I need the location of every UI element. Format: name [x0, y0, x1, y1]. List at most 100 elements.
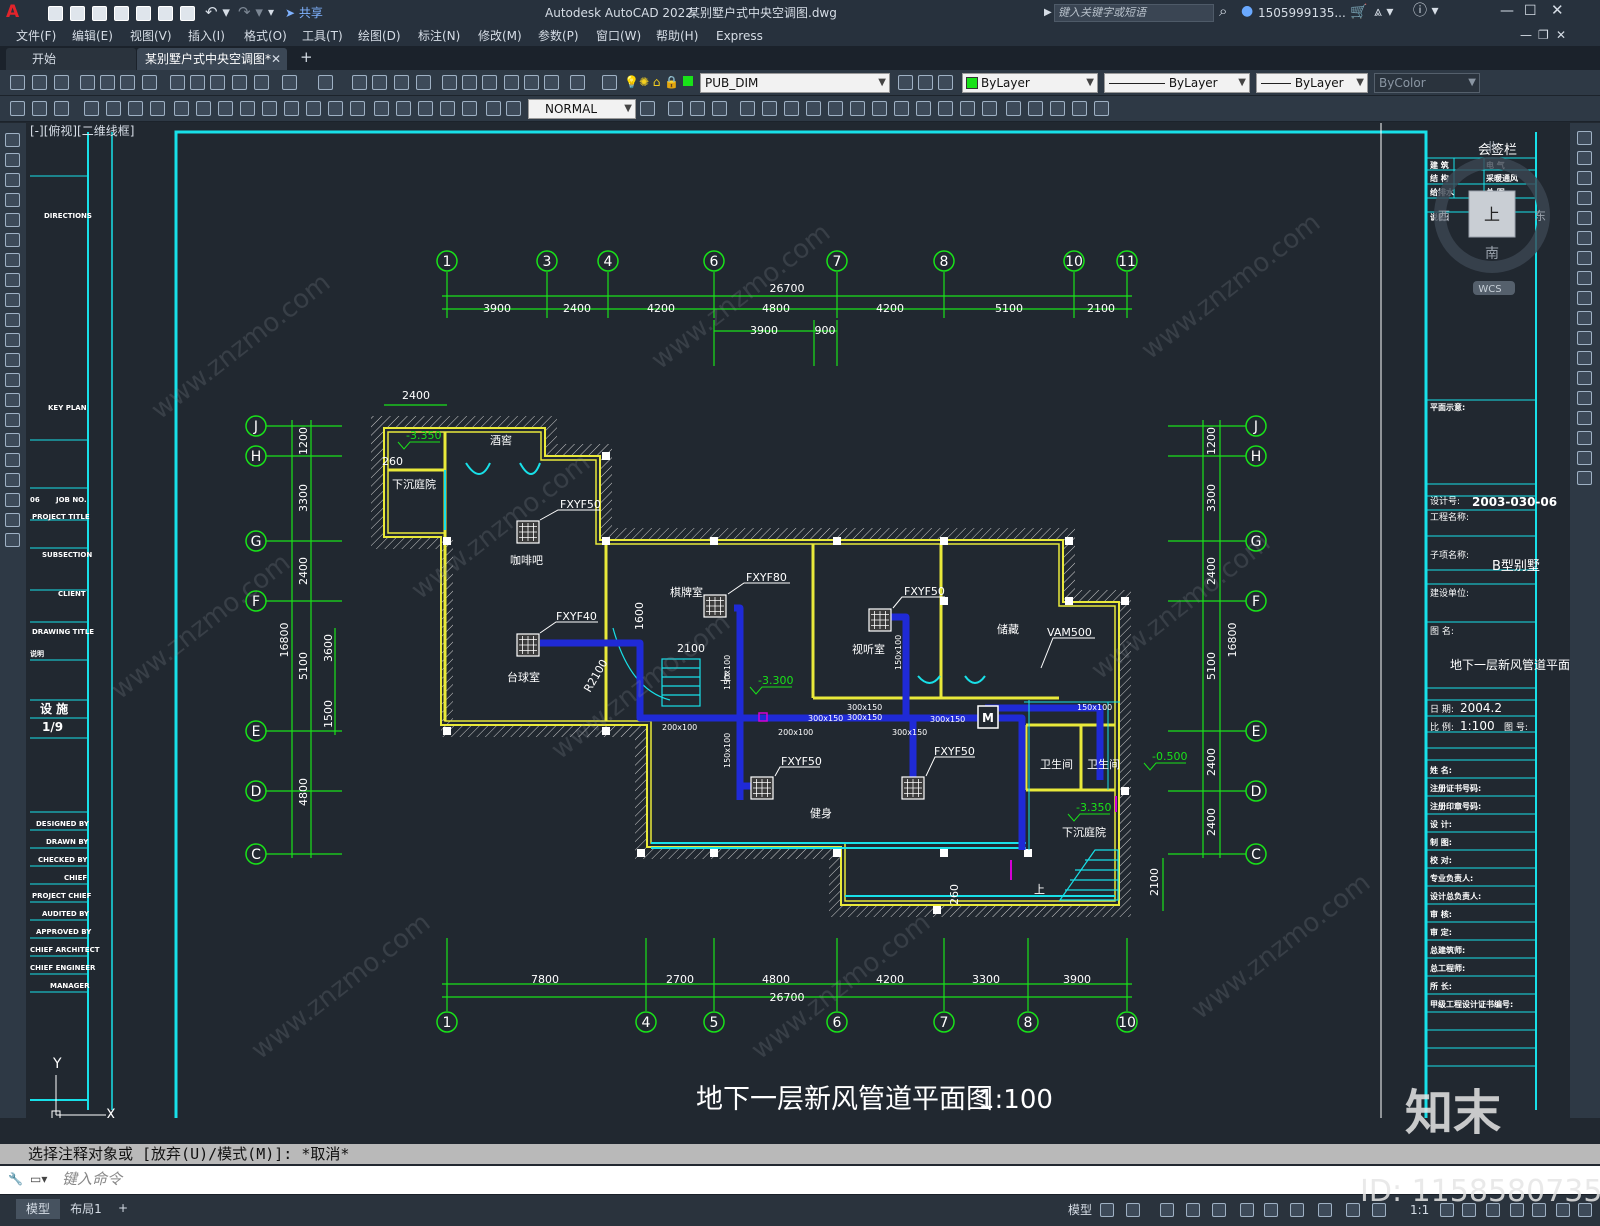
standard-tool-14-icon[interactable] — [352, 75, 367, 90]
draw-tool-27-icon[interactable] — [740, 101, 755, 116]
doc-minimize-icon[interactable]: — — [1520, 28, 1532, 42]
menu-format[interactable]: 格式(O) — [244, 29, 287, 43]
draw-tool-5-icon[interactable] — [128, 101, 143, 116]
draw-palette-20-icon[interactable] — [5, 533, 20, 547]
draw-tool-23-icon[interactable] — [640, 101, 655, 116]
layer-dropdown[interactable]: PUB_DIM ▼ — [700, 73, 890, 93]
tab-active-drawing[interactable]: 某别墅户式中央空调图* ✕ — [137, 48, 287, 70]
maximize-button[interactable]: ☐ — [1524, 4, 1537, 18]
standard-tool-21-icon[interactable] — [504, 75, 519, 90]
status-toggle-3-icon[interactable] — [1186, 1203, 1200, 1217]
user-name[interactable]: 1505999135... — [1258, 6, 1346, 20]
draw-palette-5-icon[interactable] — [5, 233, 20, 247]
save-icon[interactable] — [92, 6, 107, 21]
draw-tool-30-icon[interactable] — [806, 101, 821, 116]
draw-tool-28-icon[interactable] — [762, 101, 777, 116]
standard-tool-1-icon[interactable] — [32, 75, 47, 90]
modify-palette-12-icon[interactable] — [1577, 371, 1592, 385]
draw-tool-31-icon[interactable] — [828, 101, 843, 116]
doc-restore-icon[interactable]: ❐ — [1538, 28, 1549, 42]
modify-palette-8-icon[interactable] — [1577, 291, 1592, 305]
new-tab-icon[interactable]: + — [300, 50, 313, 65]
draw-tool-4-icon[interactable] — [106, 101, 121, 116]
menu-view[interactable]: 视图(V) — [130, 29, 172, 43]
draw-palette-19-icon[interactable] — [5, 513, 20, 527]
tab-start[interactable]: 开始 — [6, 48, 136, 70]
status-toggle-6-icon[interactable] — [1264, 1203, 1278, 1217]
draw-tool-32-icon[interactable] — [850, 101, 865, 116]
status-toggle-2-icon[interactable] — [1160, 1203, 1174, 1217]
draw-tool-34-icon[interactable] — [894, 101, 909, 116]
new-file-icon[interactable] — [48, 6, 63, 21]
draw-tool-25-icon[interactable] — [690, 101, 705, 116]
standard-tool-12-icon[interactable] — [282, 75, 297, 90]
draw-tool-38-icon[interactable] — [982, 101, 997, 116]
draw-tool-42-icon[interactable] — [1072, 101, 1087, 116]
modify-palette-17-icon[interactable] — [1577, 471, 1592, 485]
undo-icon[interactable]: ↶ ▾ — [205, 5, 230, 20]
doc-close-icon[interactable]: ✕ — [1556, 28, 1566, 42]
draw-tool-41-icon[interactable] — [1050, 101, 1065, 116]
draw-tool-8-icon[interactable] — [196, 101, 211, 116]
status-toggle-9-icon[interactable] — [1346, 1203, 1360, 1217]
draw-palette-18-icon[interactable] — [5, 493, 20, 507]
standard-tool-18-icon[interactable] — [442, 75, 457, 90]
menu-express[interactable]: Express — [716, 29, 763, 43]
status-toggle-8-icon[interactable] — [1318, 1203, 1332, 1217]
draw-palette-8-icon[interactable] — [5, 293, 20, 307]
standard-tool-3-icon[interactable] — [80, 75, 95, 90]
standard-tool-19-icon[interactable] — [462, 75, 477, 90]
help-icon[interactable]: ⓘ ▾ — [1413, 4, 1438, 18]
modify-palette-3-icon[interactable] — [1577, 191, 1592, 205]
menu-help[interactable]: 帮助(H) — [656, 29, 698, 43]
draw-palette-0-icon[interactable] — [5, 133, 20, 147]
add-layout-icon[interactable]: + — [118, 1201, 128, 1215]
text-style-dropdown[interactable]: NORMAL ▼ — [528, 99, 636, 119]
standard-tool-7-icon[interactable] — [170, 75, 185, 90]
draw-palette-10-icon[interactable] — [5, 333, 20, 347]
standard-tool-4-icon[interactable] — [100, 75, 115, 90]
draw-tool-12-icon[interactable] — [284, 101, 299, 116]
menu-modify[interactable]: 修改(M) — [478, 29, 522, 43]
save-as-icon[interactable] — [114, 6, 129, 21]
draw-palette-16-icon[interactable] — [5, 453, 20, 467]
status-toggle-4-icon[interactable] — [1212, 1203, 1226, 1217]
linetype-dropdown[interactable]: ByLayer ▼ — [1104, 73, 1250, 93]
menu-edit[interactable]: 编辑(E) — [72, 29, 113, 43]
draw-palette-6-icon[interactable] — [5, 253, 20, 267]
viewport-controls[interactable]: [-][俯视][二维线框] — [30, 123, 134, 138]
standard-tool-13-icon[interactable] — [318, 75, 333, 90]
menu-parametric[interactable]: 参数(P) — [538, 29, 579, 43]
user-icon[interactable]: ● — [1241, 4, 1253, 18]
model-space-toggle[interactable]: 模型 — [1068, 1203, 1092, 1217]
close-button[interactable]: ✕ — [1551, 3, 1564, 18]
draw-tool-3-icon[interactable] — [84, 101, 99, 116]
modify-palette-16-icon[interactable] — [1577, 451, 1592, 465]
tab-close-icon[interactable]: ✕ — [271, 52, 281, 66]
status-toggle-0-icon[interactable] — [1100, 1203, 1114, 1217]
layer-previous-icon[interactable] — [918, 75, 933, 90]
standard-tool-15-icon[interactable] — [372, 75, 387, 90]
draw-tool-18-icon[interactable] — [418, 101, 433, 116]
autocad-logo-icon[interactable]: A — [6, 3, 24, 21]
menu-file[interactable]: 文件(F) — [16, 29, 56, 43]
draw-tool-24-icon[interactable] — [668, 101, 683, 116]
draw-tool-40-icon[interactable] — [1028, 101, 1043, 116]
draw-palette-17-icon[interactable] — [5, 473, 20, 487]
color-dropdown[interactable]: ByLayer ▼ — [962, 73, 1098, 93]
modify-palette-2-icon[interactable] — [1577, 171, 1592, 185]
draw-tool-21-icon[interactable] — [486, 101, 501, 116]
draw-palette-1-icon[interactable] — [5, 153, 20, 167]
tab-model[interactable]: 模型 — [16, 1199, 60, 1219]
draw-tool-29-icon[interactable] — [784, 101, 799, 116]
draw-palette-11-icon[interactable] — [5, 353, 20, 367]
menu-window[interactable]: 窗口(W) — [596, 29, 641, 43]
status-toggle-7-icon[interactable] — [1290, 1203, 1304, 1217]
modify-palette-6-icon[interactable] — [1577, 251, 1592, 265]
menu-draw[interactable]: 绘图(D) — [358, 29, 401, 43]
standard-tool-10-icon[interactable] — [232, 75, 247, 90]
draw-tool-14-icon[interactable] — [328, 101, 343, 116]
draw-tool-11-icon[interactable] — [262, 101, 277, 116]
draw-tool-13-icon[interactable] — [306, 101, 321, 116]
qa-dropdown-icon[interactable]: ▾ — [268, 5, 274, 19]
